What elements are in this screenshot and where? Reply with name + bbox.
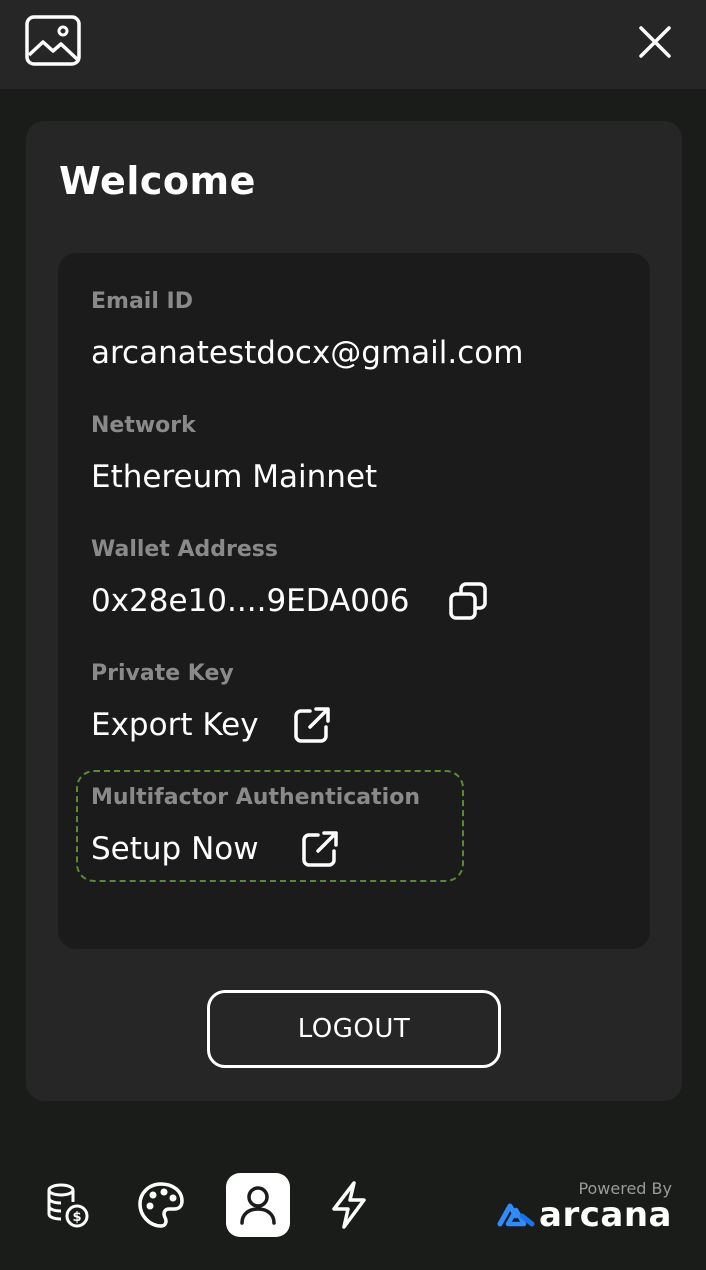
private-key-label: Private Key bbox=[91, 661, 234, 686]
top-bar bbox=[0, 0, 706, 89]
brand-logo: arcana bbox=[497, 1195, 672, 1235]
wallet-address-value: 0x28e10....9EDA006 bbox=[91, 583, 410, 619]
external-link-icon[interactable] bbox=[292, 705, 332, 745]
copy-icon[interactable] bbox=[448, 581, 488, 621]
email-label: Email ID bbox=[91, 289, 193, 314]
nav-activity[interactable] bbox=[317, 1173, 381, 1237]
bottom-nav: $ Powered By arcana bbox=[0, 1150, 706, 1270]
account-details-panel: Email ID arcanatestdocx@gmail.com Networ… bbox=[58, 253, 650, 949]
nav-tokens[interactable]: $ bbox=[34, 1173, 98, 1237]
network-value: Ethereum Mainnet bbox=[91, 459, 378, 495]
page-title: Welcome bbox=[59, 159, 256, 203]
close-icon[interactable] bbox=[636, 23, 674, 61]
lightning-icon bbox=[332, 1181, 366, 1229]
wallet-address-label: Wallet Address bbox=[91, 537, 278, 562]
mfa-setup-link[interactable]: Setup Now bbox=[91, 831, 259, 867]
profile-card: Welcome Email ID arcanatestdocx@gmail.co… bbox=[26, 121, 682, 1101]
image-icon bbox=[25, 15, 81, 66]
logout-button[interactable]: LOGOUT bbox=[207, 990, 501, 1068]
coins-icon: $ bbox=[47, 1183, 89, 1228]
arcana-logo-icon bbox=[497, 1203, 535, 1227]
external-link-icon[interactable] bbox=[300, 829, 340, 869]
nav-nfts[interactable] bbox=[129, 1173, 193, 1237]
export-key-link[interactable]: Export Key bbox=[91, 707, 259, 743]
mfa-label: Multifactor Authentication bbox=[91, 785, 420, 810]
svg-text:$: $ bbox=[72, 1210, 81, 1225]
palette-icon bbox=[138, 1182, 184, 1228]
email-value: arcanatestdocx@gmail.com bbox=[91, 335, 524, 371]
brand-name: arcana bbox=[539, 1195, 672, 1235]
user-icon bbox=[240, 1186, 276, 1225]
network-label: Network bbox=[91, 413, 196, 438]
nav-profile[interactable] bbox=[226, 1173, 290, 1237]
